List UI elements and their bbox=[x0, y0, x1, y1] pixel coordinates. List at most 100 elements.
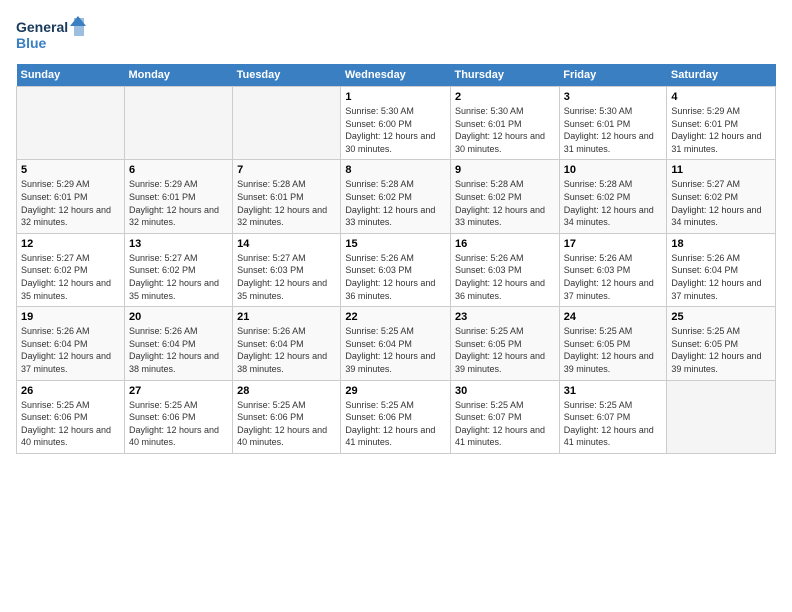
day-info: Sunrise: 5:29 AMSunset: 6:01 PMDaylight:… bbox=[21, 178, 120, 228]
day-info: Sunrise: 5:27 AMSunset: 6:02 PMDaylight:… bbox=[671, 178, 771, 228]
logo: General Blue bbox=[16, 16, 86, 56]
day-number: 16 bbox=[455, 238, 555, 250]
day-cell: 15 Sunrise: 5:26 AMSunset: 6:03 PMDayligh… bbox=[341, 233, 451, 306]
day-cell: 12 Sunrise: 5:27 AMSunset: 6:02 PMDayligh… bbox=[17, 233, 125, 306]
day-cell: 26 Sunrise: 5:25 AMSunset: 6:06 PMDayligh… bbox=[17, 380, 125, 453]
day-info: Sunrise: 5:25 AMSunset: 6:07 PMDaylight:… bbox=[564, 399, 663, 449]
day-info: Sunrise: 5:30 AMSunset: 6:01 PMDaylight:… bbox=[455, 105, 555, 155]
day-info: Sunrise: 5:26 AMSunset: 6:04 PMDaylight:… bbox=[21, 325, 120, 375]
day-cell: 16 Sunrise: 5:26 AMSunset: 6:03 PMDayligh… bbox=[450, 233, 559, 306]
day-info: Sunrise: 5:25 AMSunset: 6:06 PMDaylight:… bbox=[129, 399, 228, 449]
day-number: 21 bbox=[237, 311, 336, 323]
header-row: SundayMondayTuesdayWednesdayThursdayFrid… bbox=[17, 64, 776, 87]
day-info: Sunrise: 5:26 AMSunset: 6:03 PMDaylight:… bbox=[455, 252, 555, 302]
header-monday: Monday bbox=[124, 64, 232, 87]
day-info: Sunrise: 5:25 AMSunset: 6:05 PMDaylight:… bbox=[671, 325, 771, 375]
day-number: 10 bbox=[564, 164, 663, 176]
day-info: Sunrise: 5:25 AMSunset: 6:06 PMDaylight:… bbox=[21, 399, 120, 449]
day-number: 26 bbox=[21, 385, 120, 397]
day-cell: 20 Sunrise: 5:26 AMSunset: 6:04 PMDayligh… bbox=[124, 307, 232, 380]
day-cell: 24 Sunrise: 5:25 AMSunset: 6:05 PMDayligh… bbox=[559, 307, 667, 380]
day-cell: 8 Sunrise: 5:28 AMSunset: 6:02 PMDaylight… bbox=[341, 160, 451, 233]
day-cell: 27 Sunrise: 5:25 AMSunset: 6:06 PMDayligh… bbox=[124, 380, 232, 453]
week-row-1: 5 Sunrise: 5:29 AMSunset: 6:01 PMDaylight… bbox=[17, 160, 776, 233]
header-friday: Friday bbox=[559, 64, 667, 87]
day-info: Sunrise: 5:25 AMSunset: 6:06 PMDaylight:… bbox=[345, 399, 446, 449]
day-cell bbox=[233, 87, 341, 160]
logo-svg: General Blue bbox=[16, 16, 86, 56]
day-info: Sunrise: 5:25 AMSunset: 6:07 PMDaylight:… bbox=[455, 399, 555, 449]
day-info: Sunrise: 5:28 AMSunset: 6:02 PMDaylight:… bbox=[564, 178, 663, 228]
day-number: 4 bbox=[671, 91, 771, 103]
day-info: Sunrise: 5:28 AMSunset: 6:02 PMDaylight:… bbox=[345, 178, 446, 228]
day-info: Sunrise: 5:30 AMSunset: 6:01 PMDaylight:… bbox=[564, 105, 663, 155]
svg-text:Blue: Blue bbox=[16, 35, 47, 51]
day-number: 1 bbox=[345, 91, 446, 103]
day-number: 6 bbox=[129, 164, 228, 176]
day-info: Sunrise: 5:25 AMSunset: 6:06 PMDaylight:… bbox=[237, 399, 336, 449]
week-row-4: 26 Sunrise: 5:25 AMSunset: 6:06 PMDayligh… bbox=[17, 380, 776, 453]
header-saturday: Saturday bbox=[667, 64, 776, 87]
day-info: Sunrise: 5:29 AMSunset: 6:01 PMDaylight:… bbox=[129, 178, 228, 228]
day-cell: 22Sunrise: 5:25 AMSunset: 6:04 PMDayligh… bbox=[341, 307, 451, 380]
day-cell: 5 Sunrise: 5:29 AMSunset: 6:01 PMDaylight… bbox=[17, 160, 125, 233]
day-info: Sunrise: 5:26 AMSunset: 6:04 PMDaylight:… bbox=[129, 325, 228, 375]
day-number: 13 bbox=[129, 238, 228, 250]
day-cell: 2 Sunrise: 5:30 AMSunset: 6:01 PMDaylight… bbox=[450, 87, 559, 160]
day-cell: 23 Sunrise: 5:25 AMSunset: 6:05 PMDayligh… bbox=[450, 307, 559, 380]
day-number: 27 bbox=[129, 385, 228, 397]
page-header: General Blue bbox=[16, 16, 776, 56]
header-tuesday: Tuesday bbox=[233, 64, 341, 87]
day-number: 15 bbox=[345, 238, 446, 250]
day-number: 8 bbox=[345, 164, 446, 176]
day-number: 17 bbox=[564, 238, 663, 250]
day-cell: 1 Sunrise: 5:30 AMSunset: 6:00 PMDaylight… bbox=[341, 87, 451, 160]
day-info: Sunrise: 5:25 AMSunset: 6:05 PMDaylight:… bbox=[564, 325, 663, 375]
day-cell: 30 Sunrise: 5:25 AMSunset: 6:07 PMDayligh… bbox=[450, 380, 559, 453]
day-number: 3 bbox=[564, 91, 663, 103]
day-cell: 21 Sunrise: 5:26 AMSunset: 6:04 PMDayligh… bbox=[233, 307, 341, 380]
day-info: Sunrise: 5:30 AMSunset: 6:00 PMDaylight:… bbox=[345, 105, 446, 155]
day-info: Sunrise: 5:26 AMSunset: 6:03 PMDaylight:… bbox=[564, 252, 663, 302]
day-number: 28 bbox=[237, 385, 336, 397]
day-number: 7 bbox=[237, 164, 336, 176]
day-cell: 7Sunrise: 5:28 AMSunset: 6:01 PMDaylight… bbox=[233, 160, 341, 233]
day-info: Sunrise: 5:26 AMSunset: 6:04 PMDaylight:… bbox=[237, 325, 336, 375]
header-sunday: Sunday bbox=[17, 64, 125, 87]
day-cell: 4Sunrise: 5:29 AMSunset: 6:01 PMDaylight… bbox=[667, 87, 776, 160]
day-number: 11 bbox=[671, 164, 771, 176]
day-info: Sunrise: 5:28 AMSunset: 6:02 PMDaylight:… bbox=[455, 178, 555, 228]
day-cell: 14Sunrise: 5:27 AMSunset: 6:03 PMDayligh… bbox=[233, 233, 341, 306]
day-number: 18 bbox=[671, 238, 771, 250]
day-cell: 9Sunrise: 5:28 AMSunset: 6:02 PMDaylight… bbox=[450, 160, 559, 233]
day-info: Sunrise: 5:26 AMSunset: 6:04 PMDaylight:… bbox=[671, 252, 771, 302]
day-number: 31 bbox=[564, 385, 663, 397]
week-row-0: 1 Sunrise: 5:30 AMSunset: 6:00 PMDaylight… bbox=[17, 87, 776, 160]
day-info: Sunrise: 5:27 AMSunset: 6:02 PMDaylight:… bbox=[21, 252, 120, 302]
day-cell: 25 Sunrise: 5:25 AMSunset: 6:05 PMDayligh… bbox=[667, 307, 776, 380]
day-info: Sunrise: 5:25 AMSunset: 6:05 PMDaylight:… bbox=[455, 325, 555, 375]
header-wednesday: Wednesday bbox=[341, 64, 451, 87]
day-cell: 31 Sunrise: 5:25 AMSunset: 6:07 PMDayligh… bbox=[559, 380, 667, 453]
day-cell: 29Sunrise: 5:25 AMSunset: 6:06 PMDayligh… bbox=[341, 380, 451, 453]
day-cell: 6 Sunrise: 5:29 AMSunset: 6:01 PMDaylight… bbox=[124, 160, 232, 233]
day-number: 23 bbox=[455, 311, 555, 323]
day-number: 19 bbox=[21, 311, 120, 323]
day-cell bbox=[124, 87, 232, 160]
day-number: 20 bbox=[129, 311, 228, 323]
day-cell: 18 Sunrise: 5:26 AMSunset: 6:04 PMDayligh… bbox=[667, 233, 776, 306]
day-info: Sunrise: 5:26 AMSunset: 6:03 PMDaylight:… bbox=[345, 252, 446, 302]
day-number: 24 bbox=[564, 311, 663, 323]
day-info: Sunrise: 5:27 AMSunset: 6:03 PMDaylight:… bbox=[237, 252, 336, 302]
day-cell: 17 Sunrise: 5:26 AMSunset: 6:03 PMDayligh… bbox=[559, 233, 667, 306]
svg-text:General: General bbox=[16, 19, 68, 35]
day-cell: 10 Sunrise: 5:28 AMSunset: 6:02 PMDayligh… bbox=[559, 160, 667, 233]
day-cell: 28 Sunrise: 5:25 AMSunset: 6:06 PMDayligh… bbox=[233, 380, 341, 453]
day-number: 5 bbox=[21, 164, 120, 176]
header-thursday: Thursday bbox=[450, 64, 559, 87]
day-number: 12 bbox=[21, 238, 120, 250]
day-number: 2 bbox=[455, 91, 555, 103]
day-number: 30 bbox=[455, 385, 555, 397]
day-cell bbox=[17, 87, 125, 160]
day-number: 25 bbox=[671, 311, 771, 323]
